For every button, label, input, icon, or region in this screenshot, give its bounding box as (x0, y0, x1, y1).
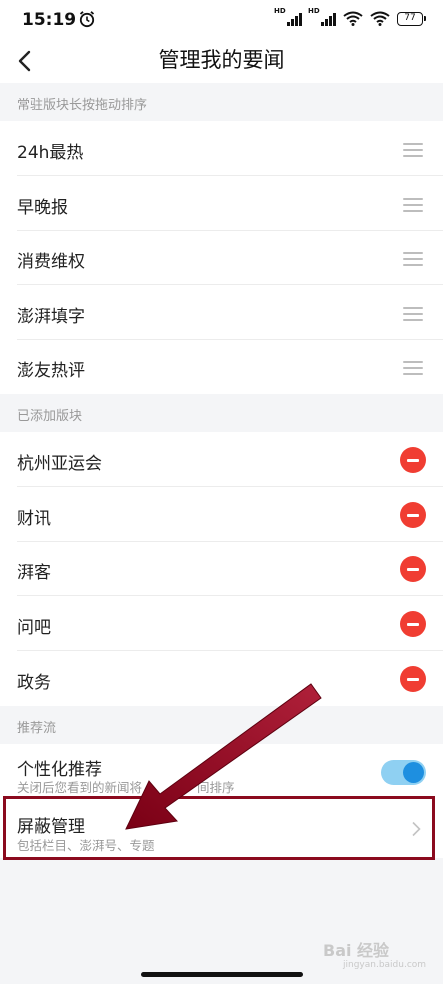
pinned-item-hot-comments[interactable]: 澎友热评 (0, 340, 443, 394)
added-item-wenba: 问吧 (0, 596, 443, 651)
drag-handle-icon[interactable] (403, 307, 423, 321)
personalized-toggle[interactable] (381, 760, 426, 785)
drag-handle-icon[interactable] (403, 143, 423, 157)
personalized-subtitle: 关闭后您看到的新闻将 (17, 780, 143, 795)
annotation-highlight-box (3, 796, 435, 860)
section-header-label: 已添加版块 (17, 409, 83, 424)
pinned-item-label: 澎湃填字 (17, 307, 85, 327)
added-item-asian-games: 杭州亚运会 (0, 432, 443, 487)
remove-minus-icon[interactable] (400, 556, 426, 582)
battery-icon: 77 (397, 11, 426, 26)
drag-handle-icon[interactable] (403, 198, 423, 212)
section-header-pinned: 常驻版块长按拖动排序 (0, 83, 443, 121)
page-title: 管理我的要闻 (158, 48, 285, 72)
wifi-icon-2 (370, 11, 390, 26)
remove-minus-icon[interactable] (400, 447, 426, 473)
wifi-icon-1 (343, 11, 363, 26)
status-time: 15:19 (22, 10, 77, 30)
section-header-feed: 推荐流 (0, 706, 443, 744)
added-item-finance: 财讯 (0, 487, 443, 542)
added-item-label: 杭州亚运会 (17, 454, 102, 474)
pinned-item-24h[interactable]: 24h最热 (0, 121, 443, 176)
pinned-item-morning-evening[interactable]: 早晚报 (0, 176, 443, 231)
pinned-item-label: 24h最热 (17, 143, 84, 163)
section-header-label: 常驻版块长按拖动排序 (17, 98, 148, 113)
toggle-knob (403, 762, 424, 783)
drag-handle-icon[interactable] (403, 252, 423, 266)
remove-minus-icon[interactable] (400, 666, 426, 692)
added-item-label: 政务 (17, 673, 51, 693)
section-header-added: 已添加版块 (0, 394, 443, 432)
section-header-label: 推荐流 (17, 721, 57, 736)
signal-hd-icon-2: HD (308, 7, 336, 26)
baidu-watermark-logo: Bai 经验 (323, 941, 390, 960)
pinned-item-label: 早晚报 (17, 198, 68, 218)
pinned-item-crossword[interactable]: 澎湃填字 (0, 285, 443, 340)
pinned-item-consumer-rights[interactable]: 消费维权 (0, 231, 443, 285)
nav-bar: 管理我的要闻 (0, 40, 443, 83)
personalized-recommend-row: 个性化推荐 关闭后您看到的新闻将 间排序 (0, 744, 443, 798)
pinned-item-label: 消费维权 (17, 252, 85, 272)
added-item-label: 问吧 (17, 618, 51, 638)
drag-handle-icon[interactable] (403, 361, 423, 375)
added-item-label: 财讯 (17, 509, 51, 529)
baidu-watermark-url: jingyan.baidu.com (343, 960, 427, 970)
pinned-item-label: 澎友热评 (17, 361, 85, 381)
status-bar: 15:19 HD HD 77 (0, 0, 443, 40)
added-item-government: 政务 (0, 651, 443, 706)
home-indicator[interactable] (141, 972, 303, 977)
added-item-label: 湃客 (17, 563, 51, 583)
personalized-subtitle-tail: 间排序 (197, 780, 235, 795)
signal-hd-icon-1: HD (274, 7, 302, 26)
alarm-icon (79, 11, 95, 28)
added-item-paike: 湃客 (0, 542, 443, 596)
remove-minus-icon[interactable] (400, 611, 426, 637)
remove-minus-icon[interactable] (400, 502, 426, 528)
